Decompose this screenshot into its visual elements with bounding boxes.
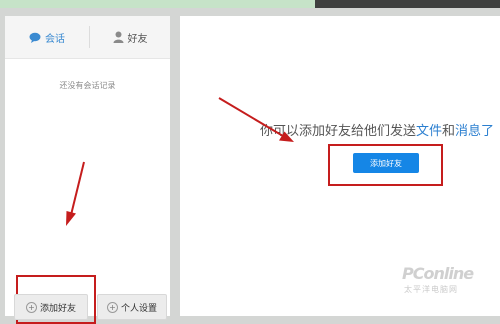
personal-settings-label: 个人设置 <box>120 303 157 314</box>
plus-circle-icon: + <box>106 301 118 313</box>
tab-chat-label: 会话 <box>45 33 65 45</box>
left-panel: 会话 好友 还没有会话记录 + 添加好友 + 个人设置 <box>5 16 170 324</box>
chat-bubble-icon <box>29 32 41 43</box>
add-friend-button-left[interactable]: + 添加好友 <box>14 294 88 320</box>
add-friend-label: 添加好友 <box>39 303 76 314</box>
tab-bar: 会话 好友 <box>5 16 170 59</box>
add-friend-button[interactable]: 添加好友 <box>353 153 419 173</box>
tab-friends[interactable]: 好友 <box>90 16 170 58</box>
plus-circle-icon: + <box>25 301 37 313</box>
hint-and: 和 <box>442 124 456 139</box>
tab-friends-label: 好友 <box>127 33 148 45</box>
add-friend-hint: 你可以添加好友给他们发送文件和消息了 <box>260 120 494 139</box>
top-bar-light <box>0 0 315 8</box>
top-bar <box>0 0 500 8</box>
personal-settings-button[interactable]: + 个人设置 <box>97 294 167 320</box>
watermark-logo: PConline <box>402 264 474 283</box>
hint-prefix: 你可以添加好友给他们发送 <box>260 124 417 139</box>
empty-conversation-text: 还没有会话记录 <box>59 81 116 90</box>
hint-files-link: 文件 <box>416 124 443 139</box>
user-icon <box>113 31 123 43</box>
watermark-subtitle: 太平洋电脑网 <box>404 285 458 294</box>
top-bar-dark <box>315 0 500 8</box>
hint-messages-link: 消息了 <box>455 124 495 139</box>
tab-chat[interactable]: 会话 <box>5 16 89 58</box>
watermark: PConline 太平洋电脑网 <box>392 262 492 306</box>
